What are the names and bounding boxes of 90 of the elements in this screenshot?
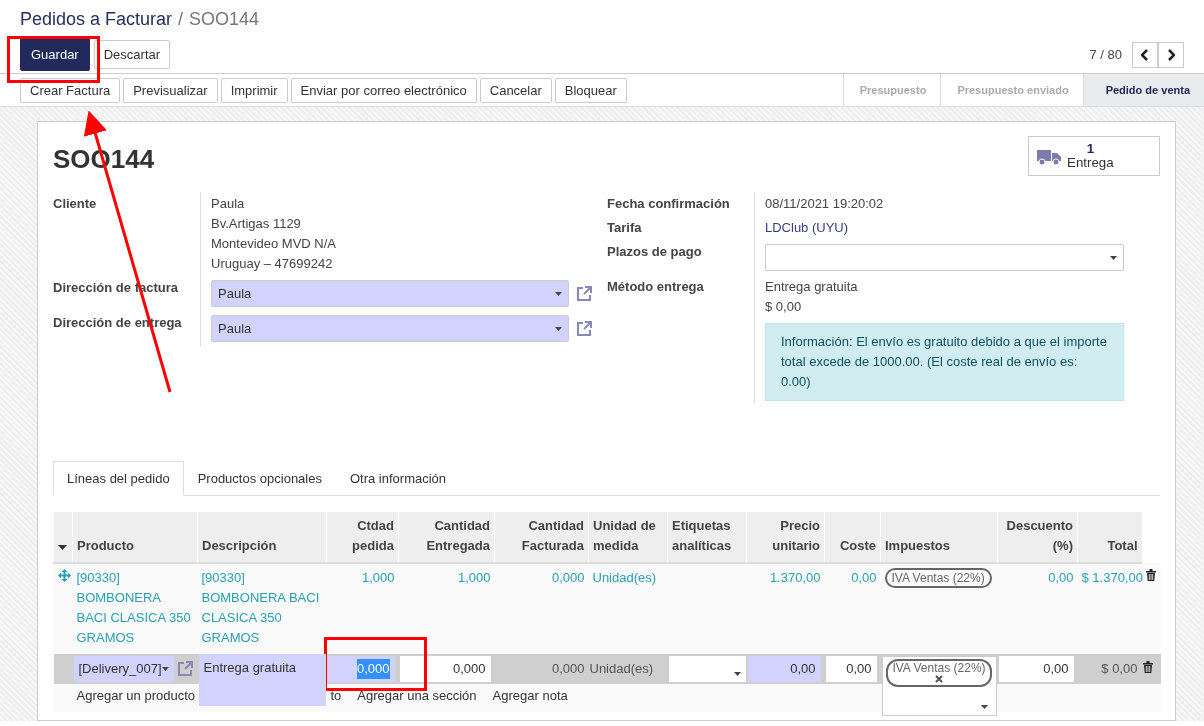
action-button[interactable]: Imprimir — [220, 77, 288, 103]
external-link-icon[interactable] — [575, 284, 593, 303]
number-field[interactable]: 0,000 — [399, 656, 491, 682]
info-alert: Información: El envío es gratuito debido a que el importe total excede de 1000.00. (El coste real de envío es: 0.00) — [765, 323, 1124, 401]
action-button[interactable]: Cancelar — [479, 77, 552, 103]
next-button[interactable] — [1158, 41, 1184, 68]
field-label: Plazos de pago — [607, 240, 755, 275]
column-header[interactable]: Descripción — [197, 512, 327, 563]
caret-icon — [555, 326, 562, 331]
save-button[interactable]: Guardar — [20, 38, 90, 71]
add-link[interactable]: Agregar una sección — [357, 686, 477, 706]
tab[interactable]: Líneas del pedido — [53, 461, 184, 496]
tax-tag: IVA Ventas (22%) — [884, 568, 992, 588]
select-field[interactable]: [Delivery_007] — [73, 656, 174, 682]
tax-field[interactable]: IVA Ventas (22%) — [881, 656, 997, 716]
column-header[interactable]: Coste — [824, 512, 881, 563]
caret-down-icon — [58, 545, 67, 550]
table-cell: $ 1.370,00 — [1081, 570, 1143, 585]
number-field[interactable]: 0,00 — [825, 656, 877, 682]
description-field[interactable]: Entrega gratuita — [198, 654, 326, 706]
action-button[interactable]: Bloquear — [554, 77, 627, 103]
field-value: Bv.Artigas 1129 — [211, 215, 302, 233]
field-label: Cliente — [53, 192, 201, 276]
caret-icon — [1110, 255, 1117, 260]
field-value: Entrega gratuita — [765, 278, 859, 296]
breadcrumb-link[interactable]: Pedidos a Facturar — [20, 8, 173, 30]
table-cell: [90330] BOMBONERA BACI CLASICA 350 GRAMOS — [76, 570, 191, 645]
field-label: Método entrega — [607, 275, 755, 403]
caret-icon — [555, 291, 562, 296]
drag-handle-icon[interactable] — [57, 569, 71, 582]
caret-icon — [980, 705, 988, 709]
previous-button[interactable] — [1132, 41, 1158, 68]
select-field[interactable] — [765, 244, 1124, 271]
column-header[interactable]: Cantidad Entregada — [398, 512, 495, 563]
field-value: Montevideo MVD N/A — [211, 235, 337, 253]
field-value: Paula — [211, 195, 246, 213]
pager-value: 7 / 80 — [1089, 47, 1122, 62]
table-cell: 0,00 — [1048, 570, 1074, 585]
column-header[interactable]: Producto — [72, 512, 198, 563]
caret-icon — [161, 667, 169, 671]
chevron-right-icon — [1167, 48, 1175, 61]
field-value: $ 0,00 — [765, 298, 803, 316]
table-cell: [90330] BOMBONERA BACI CLASICA 350 GRAMOS — [201, 570, 320, 645]
field-value: 08/11/2021 19:20:02 — [765, 195, 885, 213]
table-cell: $ 0,00 — [1101, 661, 1138, 676]
caret-icon — [733, 672, 741, 676]
table-cell: Unidad(es) — [589, 661, 654, 676]
field-value: Uruguay – 47699242 — [211, 255, 334, 273]
add-link[interactable]: Agregar nota — [492, 686, 568, 706]
column-header[interactable]: Descuento (%) — [997, 512, 1078, 563]
tab[interactable]: Productos opcionales — [183, 461, 336, 496]
field-label: Fecha confirmación — [607, 192, 755, 216]
column-header[interactable]: Precio unitario — [746, 512, 825, 563]
table-cell: 0,000 — [551, 661, 585, 676]
action-button[interactable]: Previsualizar — [123, 77, 218, 103]
chevron-left-icon — [1141, 48, 1149, 61]
external-link-icon[interactable] — [175, 660, 194, 678]
field-link[interactable]: LDClub (UYU) — [765, 218, 1124, 238]
number-field[interactable]: 0,00 — [747, 656, 821, 682]
action-button[interactable]: Enviar por correo electrónico — [290, 77, 477, 103]
table-cell: 1,000 — [361, 570, 395, 585]
number-field[interactable]: 0,00 — [998, 656, 1074, 682]
add-link[interactable]: to — [330, 686, 342, 706]
status-step[interactable]: Pedido de venta — [1083, 74, 1204, 106]
column-header[interactable]: Ctdad pedida — [326, 512, 399, 563]
trash-icon[interactable] — [1145, 569, 1156, 581]
breadcrumb-current: SOO144 — [189, 8, 260, 30]
discard-button[interactable]: Descartar — [93, 40, 171, 69]
table-cell: Unidad(es) — [592, 570, 657, 585]
external-link-icon[interactable] — [575, 319, 593, 338]
breadcrumb-separator: / — [178, 8, 184, 30]
table-cell: 1.370,00 — [769, 570, 821, 585]
column-header[interactable]: Unidad de medida — [588, 512, 668, 563]
delivery-button[interactable]: 1 Entrega — [1028, 136, 1160, 176]
field-label: Tarifa — [607, 216, 755, 240]
column-header[interactable]: Etiquetas analíticas — [667, 512, 747, 563]
table-cell: 1,000 — [457, 570, 491, 585]
column-header[interactable]: Impuestos — [880, 512, 998, 563]
table-cell: 0,00 — [851, 570, 877, 585]
select-field[interactable] — [668, 656, 746, 682]
select-field[interactable]: Paula — [211, 315, 569, 342]
table-cell: 0,000 — [551, 570, 585, 585]
remove-icon[interactable] — [935, 675, 943, 683]
select-field[interactable]: Paula — [211, 280, 569, 307]
tax-tag: IVA Ventas (22%) — [886, 659, 992, 687]
action-button[interactable]: Crear Factura — [20, 77, 121, 103]
column-header[interactable]: Cantidad Facturada — [494, 512, 589, 563]
column-header[interactable]: Total — [1077, 512, 1142, 563]
trash-icon[interactable] — [1142, 661, 1153, 673]
tab[interactable]: Otra información — [335, 461, 461, 496]
